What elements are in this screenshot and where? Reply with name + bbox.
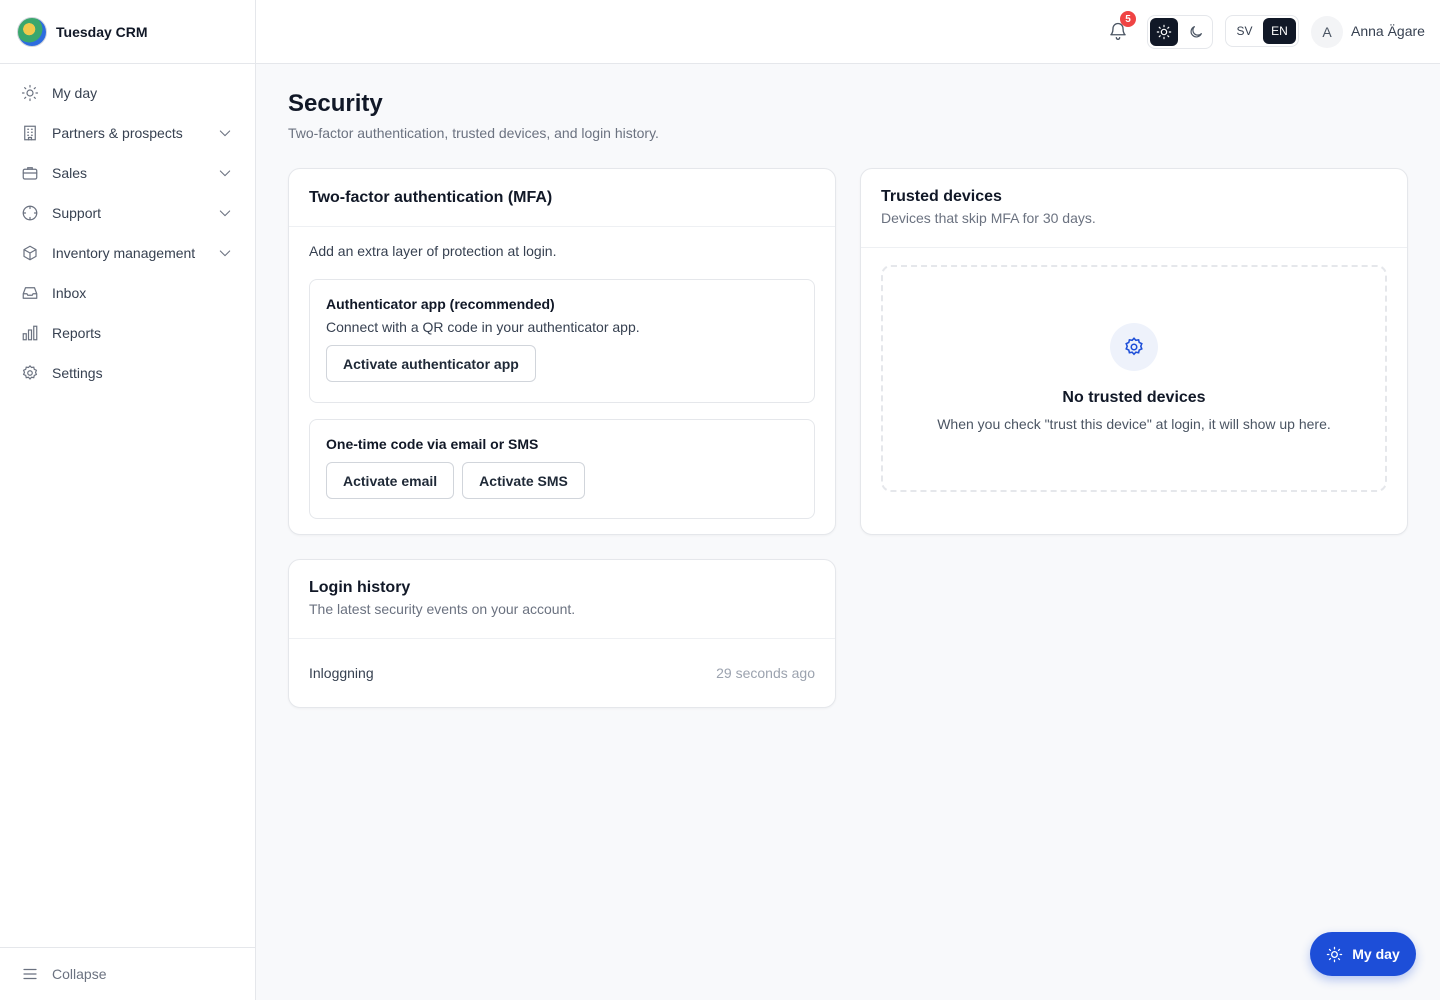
authenticator-title: Authenticator app (recommended): [326, 296, 555, 312]
gear-icon: [1110, 323, 1158, 371]
dark-mode-button[interactable]: [1182, 18, 1210, 46]
chevron-down-icon[interactable]: [217, 245, 233, 261]
sun-icon: [1156, 24, 1172, 40]
brand[interactable]: Tuesday CRM: [0, 0, 255, 64]
theme-toggle: [1147, 15, 1213, 49]
sidebar-item-label: Support: [52, 205, 102, 221]
activate-sms-button[interactable]: Activate SMS: [462, 462, 585, 499]
topbar: 5 SV EN A Anna Ägare: [256, 0, 1440, 64]
collapse-label: Collapse: [52, 966, 107, 982]
sidebar-item-my-day[interactable]: My day: [0, 73, 255, 113]
mfa-intro: Add an extra layer of protection at logi…: [309, 243, 557, 259]
login-history-title: Login history: [309, 579, 411, 596]
sidebar-item-reports[interactable]: Reports: [0, 313, 255, 353]
activate-email-button[interactable]: Activate email: [326, 462, 455, 499]
app-name: Tuesday CRM: [56, 23, 148, 40]
building-icon: [21, 124, 39, 142]
chevron-down-icon[interactable]: [217, 165, 233, 181]
history-time: 29 seconds ago: [716, 665, 815, 681]
sidebar-item-label: Inbox: [52, 285, 87, 301]
login-history-description: The latest security events on your accou…: [309, 601, 576, 617]
authenticator-option: Authenticator app (recommended) Connect …: [309, 279, 815, 403]
login-history-card: Login history The latest security events…: [288, 559, 836, 708]
chevron-down-icon[interactable]: [217, 125, 233, 141]
authenticator-description: Connect with a QR code in your authentic…: [326, 319, 640, 335]
trusted-devices-header: Trusted devices Devices that skip MFA fo…: [861, 169, 1407, 248]
user-name[interactable]: Anna Ägare: [1351, 23, 1425, 39]
otp-title: One-time code via email or SMS: [326, 436, 539, 452]
activate-authenticator-button[interactable]: Activate authenticator app: [326, 345, 536, 382]
sun-icon: [21, 84, 39, 102]
trusted-devices-title: Trusted devices: [881, 188, 1002, 205]
fab-label: My day: [1352, 946, 1400, 962]
briefcase-icon: [21, 164, 39, 182]
page-title: Security: [288, 90, 383, 117]
app-logo: [17, 16, 47, 47]
sun-icon: [1327, 946, 1343, 962]
history-event: Inloggning: [309, 665, 374, 681]
sidebar-item-label: Settings: [52, 365, 103, 381]
moon-icon: [1190, 26, 1202, 38]
trusted-devices-description: Devices that skip MFA for 30 days.: [881, 210, 1096, 226]
language-en-button[interactable]: EN: [1263, 18, 1296, 44]
mfa-card: Two-factor authentication (MFA) Add an e…: [288, 168, 836, 535]
language-toggle: SV EN: [1225, 15, 1299, 47]
sidebar-item-label: Partners & prospects: [52, 125, 183, 141]
sidebar-item-inventory-management[interactable]: Inventory management: [0, 233, 255, 273]
lifebuoy-icon: [21, 204, 39, 222]
list-item: Inloggning 29 seconds ago: [289, 639, 835, 707]
sidebar-item-label: My day: [52, 85, 98, 101]
my-day-fab[interactable]: My day: [1310, 932, 1416, 976]
collapse-button[interactable]: Collapse: [0, 947, 255, 1000]
sidebar-item-label: Sales: [52, 165, 88, 181]
page-subtitle: Two-factor authentication, trusted devic…: [288, 125, 659, 141]
gear-icon: [21, 364, 39, 382]
sidebar-item-settings[interactable]: Settings: [0, 353, 255, 393]
sidebar: Tuesday CRM My day Partners & prospects …: [0, 0, 256, 1000]
sidebar-item-partners-prospects[interactable]: Partners & prospects: [0, 113, 255, 153]
light-mode-button[interactable]: [1150, 18, 1178, 46]
mfa-card-title: Two-factor authentication (MFA): [309, 188, 553, 206]
trusted-devices-card: Trusted devices Devices that skip MFA fo…: [860, 168, 1408, 535]
login-history-header: Login history The latest security events…: [289, 560, 835, 639]
bar-chart-icon: [21, 324, 39, 342]
mfa-card-header: Two-factor authentication (MFA): [289, 169, 835, 227]
empty-state-description: When you check "trust this device" at lo…: [937, 416, 1331, 432]
box-icon: [21, 244, 39, 262]
otp-option: One-time code via email or SMS Activate …: [309, 419, 815, 519]
notification-badge: 5: [1120, 11, 1136, 27]
sidebar-item-sales[interactable]: Sales: [0, 153, 255, 193]
chevron-down-icon[interactable]: [217, 205, 233, 221]
sidebar-nav: My day Partners & prospects Sales Suppor…: [0, 64, 255, 393]
language-sv-button[interactable]: SV: [1228, 18, 1261, 44]
sidebar-item-support[interactable]: Support: [0, 193, 255, 233]
inbox-icon: [21, 284, 39, 302]
trusted-devices-empty-state: No trusted devices When you check "trust…: [881, 265, 1387, 492]
empty-state-title: No trusted devices: [1062, 389, 1206, 406]
sidebar-item-inbox[interactable]: Inbox: [0, 273, 255, 313]
sidebar-item-label: Inventory management: [52, 245, 196, 261]
sidebar-item-label: Reports: [52, 325, 102, 341]
menu-icon: [21, 965, 39, 983]
avatar[interactable]: A: [1311, 16, 1343, 48]
